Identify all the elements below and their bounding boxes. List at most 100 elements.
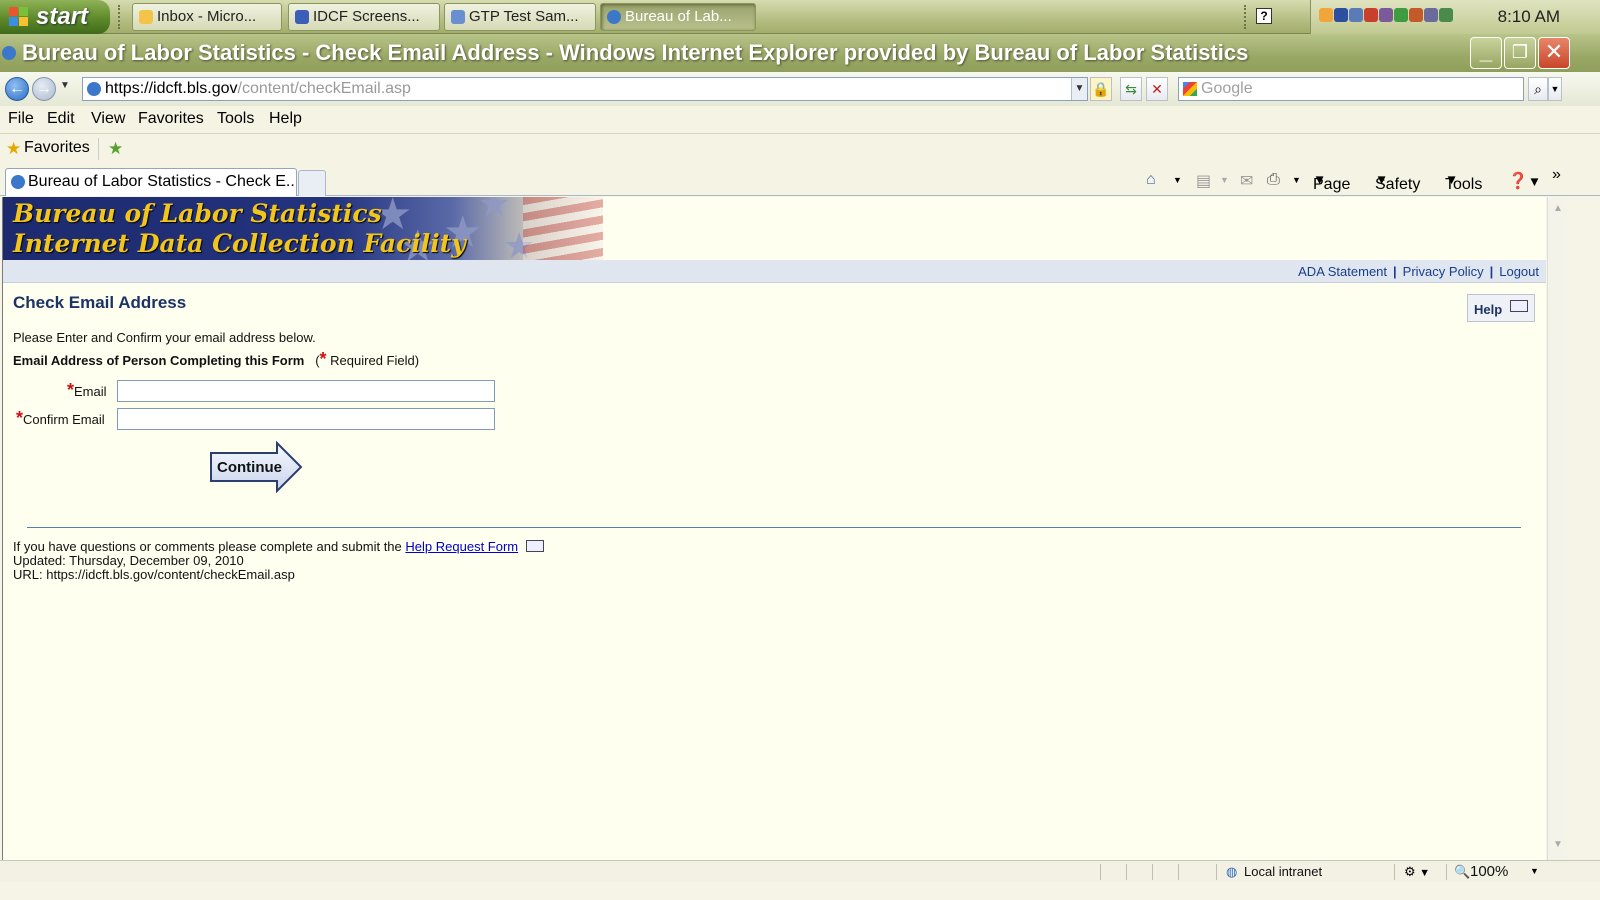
status-bar: ◍ Local intranet ⚙ ▼ 🔍 100% ▼ [0,860,1600,882]
forward-button[interactable]: → [32,77,56,101]
task-ie-bureau[interactable]: Bureau of Lab... [600,3,756,31]
security-zone: Local intranet [1244,864,1323,879]
window-title: Bureau of Labor Statistics - Check Email… [22,40,1249,65]
task-label: Bureau of Lab... [625,8,732,25]
back-button[interactable]: ← [5,77,29,101]
url-path: /content/checkEmail.asp [237,80,411,97]
recent-pages-dropdown-icon[interactable]: ▼ [60,80,70,91]
feeds-icon[interactable]: ▤ [1196,171,1211,191]
email-label: *Email [67,380,107,401]
zoom-level[interactable]: 100% [1470,863,1508,880]
address-input[interactable]: https://idcft.bls.gov/content/checkEmail… [82,77,1088,101]
favorites-button[interactable]: Favorites [24,139,90,157]
ada-statement-link[interactable]: ADA Statement [1298,264,1387,279]
print-icon[interactable]: ⎙ [1267,171,1280,189]
help-button[interactable]: Help [1467,294,1535,322]
document-icon [451,10,465,24]
search-button[interactable]: ⌕ [1528,77,1548,101]
logout-link[interactable]: Logout [1499,264,1539,279]
help-label: Help [1474,302,1503,317]
feeds-dropdown-icon[interactable]: ▼ [1220,175,1229,185]
search-input[interactable]: Google [1178,77,1524,101]
divider [1178,864,1179,880]
tray-safely-remove-icon[interactable] [1439,8,1453,22]
required-asterisk-icon: * [16,408,24,428]
form-header: Email Address of Person Completing this … [13,349,419,370]
tray-outlook-icon[interactable] [1319,8,1333,22]
menu-edit[interactable]: Edit [47,106,75,132]
email-field[interactable] [117,380,495,402]
continue-button[interactable]: Continue [209,440,303,494]
email-label-text: Email [74,384,107,399]
tray-shield-icon[interactable] [1334,8,1348,22]
safety-menu[interactable]: Safety ▼ [1375,171,1420,193]
required-asterisk-icon: * [67,380,75,400]
divider [1216,864,1217,880]
menu-view[interactable]: View [91,106,125,132]
desktop-edge [0,882,1600,900]
help-question-icon[interactable]: ? [1256,8,1272,24]
scroll-up-icon[interactable]: ▲ [1550,201,1566,217]
add-favorites-icon[interactable]: ★ [108,139,123,159]
banner-subtitle: Internet Data Collection Facility [13,229,466,258]
close-button[interactable]: ✕ [1538,37,1570,69]
tray-battery-icon[interactable] [1394,8,1408,22]
task-outlook-inbox[interactable]: Inbox - Micro... [132,3,282,31]
confirm-email-label-text: Confirm Email [23,412,105,427]
window-titlebar: Bureau of Labor Statistics - Check Email… [0,34,1600,72]
tray-sound-icon[interactable] [1379,8,1393,22]
page-menu-label: Page [1313,176,1351,193]
footer-divider [27,527,1521,528]
windows-taskbar: start Inbox - Micro... IDCF Screens... G… [0,0,1600,34]
divider [1446,864,1447,880]
required-note: Required Field) [330,353,420,368]
page-icon [87,82,101,96]
taskbar-grip [1244,5,1248,29]
protected-mode-icon[interactable]: ⚙ ▼ [1404,864,1430,880]
print-dropdown-icon[interactable]: ▼ [1292,175,1301,185]
lock-icon[interactable]: 🔒 [1090,77,1112,101]
restore-button[interactable]: ❐ [1504,37,1536,69]
banner-star-icon: ★ [478,197,511,224]
continue-label: Continue [217,459,282,476]
vertical-scrollbar[interactable]: ▲ ▼ [1547,197,1567,860]
menu-favorites[interactable]: Favorites [138,106,204,132]
home-dropdown-icon[interactable]: ▼ [1173,175,1182,185]
tools-menu[interactable]: Tools ▼ [1445,171,1482,193]
divider [1126,864,1127,880]
new-tab-button[interactable] [298,170,326,196]
start-button[interactable]: start [0,0,110,34]
tray-monitor-icon[interactable] [1349,8,1363,22]
chevron-more-icon[interactable]: » [1552,166,1561,184]
confirm-email-field[interactable] [117,408,495,430]
address-dropdown-icon[interactable]: ▼ [1071,78,1087,100]
tab-row: Bureau of Labor Statistics - Check E... … [0,166,1600,196]
help-request-form-link[interactable]: Help Request Form [405,539,518,554]
refresh-button[interactable]: ⇆ [1120,77,1142,101]
menu-help[interactable]: Help [269,106,302,132]
tray-update-icon[interactable] [1424,8,1438,22]
tray-network-icon[interactable] [1364,8,1378,22]
zoom-dropdown-icon[interactable]: ▼ [1530,866,1539,876]
tools-menu-label: Tools [1445,176,1483,193]
task-gtp-test[interactable]: GTP Test Sam... [444,3,596,31]
search-options-dropdown-icon[interactable]: ▼ [1548,77,1562,101]
mail-icon[interactable]: ✉ [1240,171,1253,191]
tab-bureau-of-labor[interactable]: Bureau of Labor Statistics - Check E... [5,168,297,196]
windows-logo-icon [9,7,29,27]
page-icon [11,175,25,189]
privacy-policy-link[interactable]: Privacy Policy [1403,264,1484,279]
menu-file[interactable]: File [8,106,34,132]
favorites-star-icon[interactable]: ★ [6,139,21,159]
confirm-email-label: *Confirm Email [16,408,105,429]
help-menu-icon[interactable]: ❓▼ [1508,171,1541,191]
tray-antivirus-icon[interactable] [1409,8,1423,22]
page-menu[interactable]: Page ▼ [1313,171,1350,193]
home-icon[interactable]: ⌂ [1146,171,1156,189]
stop-button[interactable]: ✕ [1146,77,1168,101]
menu-tools[interactable]: Tools [217,106,254,132]
globe-icon: ◍ [1226,864,1238,879]
scroll-down-icon[interactable]: ▼ [1550,837,1566,853]
minimize-button[interactable]: _ [1470,37,1502,69]
task-word-idcf[interactable]: IDCF Screens... [288,3,440,31]
